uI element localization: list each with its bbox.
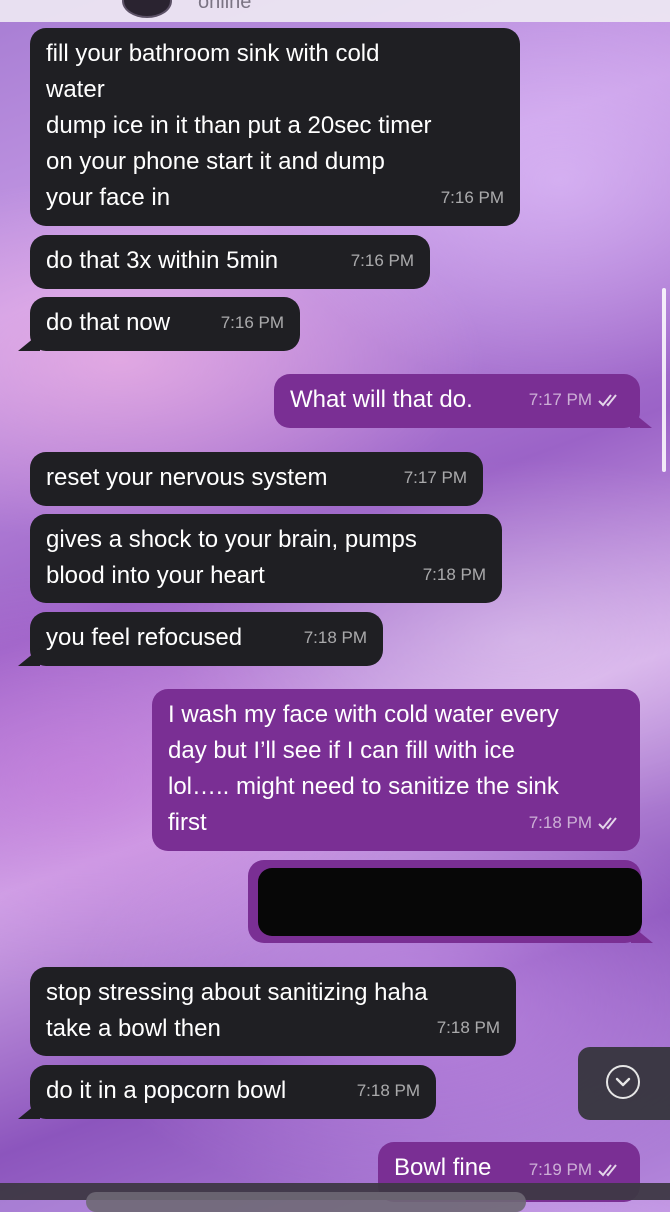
incoming-message[interactable]: do that now 7:16 PM [30,297,300,351]
chevron-down-icon [606,1065,640,1099]
message-time: 7:18 PM [529,805,624,841]
incoming-message[interactable]: fill your bathroom sink with cold water … [30,28,520,226]
message-time: 7:18 PM [422,565,486,584]
outgoing-message[interactable]: I wash my face with cold water every day… [152,689,640,851]
incoming-message[interactable]: gives a shock to your brain, pumps blood… [30,514,502,603]
incoming-message[interactable]: stop stressing about sanitizing haha tak… [30,967,516,1056]
message-time: 7:16 PM [350,251,414,270]
incoming-message[interactable]: do that 3x within 5min 7:16 PM [30,235,430,289]
message-time: 7:17 PM [403,468,467,487]
message-time: 7:18 PM [356,1081,420,1100]
scroll-to-bottom-button[interactable] [578,1047,670,1120]
outgoing-message[interactable]: What will that do. 7:17 PM [274,374,640,428]
incoming-message[interactable]: reset your nervous system 7:17 PM [30,452,483,506]
avatar[interactable] [122,0,172,18]
double-check-icon [598,394,617,407]
chat-header: online [0,0,670,22]
double-check-icon [598,1164,617,1177]
message-time: 7:18 PM [303,628,367,647]
message-text: stop stressing about sanitizing haha tak… [46,979,428,1042]
message-text: fill your bathroom sink with cold water … [46,40,432,211]
message-time: 7:16 PM [220,313,284,332]
message-time: 7:18 PM [436,1018,500,1037]
incoming-message[interactable]: do it in a popcorn bowl 7:18 PM [30,1065,436,1119]
incoming-message[interactable]: you feel refocused 7:18 PM [30,612,383,666]
contact-status: online [198,0,252,13]
message-text: gives a shock to your brain, pumps blood… [46,526,417,589]
message-time: 7:17 PM [529,382,624,418]
redaction-mark [258,868,642,936]
message-time: 7:16 PM [440,188,504,207]
double-check-icon [598,817,617,830]
scrollbar[interactable] [662,288,666,472]
message-input[interactable] [86,1192,526,1212]
